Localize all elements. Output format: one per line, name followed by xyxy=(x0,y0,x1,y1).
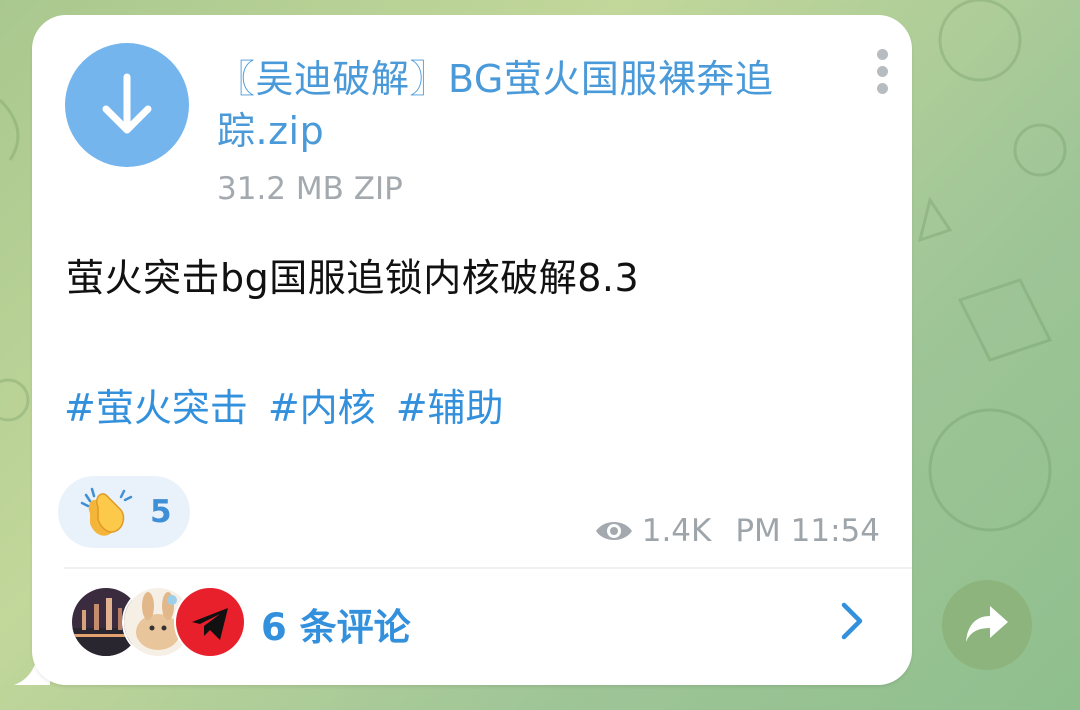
download-arrow-icon xyxy=(102,73,152,134)
avatar xyxy=(174,586,246,658)
divider xyxy=(64,567,912,569)
file-size: 31.2 MB ZIP xyxy=(217,171,403,207)
message-meta: 1.4K PM 11:54 xyxy=(594,513,880,549)
views-eye-icon xyxy=(595,522,632,540)
download-button[interactable] xyxy=(65,43,189,167)
file-name[interactable]: 〖吴迪破解〗BG萤火国服裸奔追踪.zip xyxy=(217,53,847,157)
message-time: PM 11:54 xyxy=(735,513,880,549)
hashtag-list: #萤火突击 #内核 #辅助 xyxy=(64,377,504,432)
hashtag-link[interactable]: #萤火突击 xyxy=(64,377,248,432)
chevron-right-icon[interactable] xyxy=(840,601,864,641)
more-options-icon[interactable] xyxy=(872,49,894,97)
hashtag-link[interactable]: #内核 xyxy=(268,377,376,432)
message-bubble[interactable]: 〖吴迪破解〗BG萤火国服裸奔追踪.zip 31.2 MB ZIP 萤火突击bg国… xyxy=(32,15,912,685)
message-caption: 萤火突击bg国服追锁内核破解8.3 xyxy=(66,256,640,300)
reaction-count: 5 xyxy=(150,494,172,530)
share-arrow-icon xyxy=(966,606,1008,642)
reaction-chip[interactable]: 5 xyxy=(58,476,190,548)
share-button[interactable] xyxy=(942,580,1032,670)
hashtag-link[interactable]: #辅助 xyxy=(396,377,504,432)
clapping-hands-icon xyxy=(80,487,133,536)
view-count: 1.4K xyxy=(641,513,712,549)
comments-row[interactable]: 6 条评论 xyxy=(70,583,890,658)
comments-link[interactable]: 6 条评论 xyxy=(261,597,411,651)
